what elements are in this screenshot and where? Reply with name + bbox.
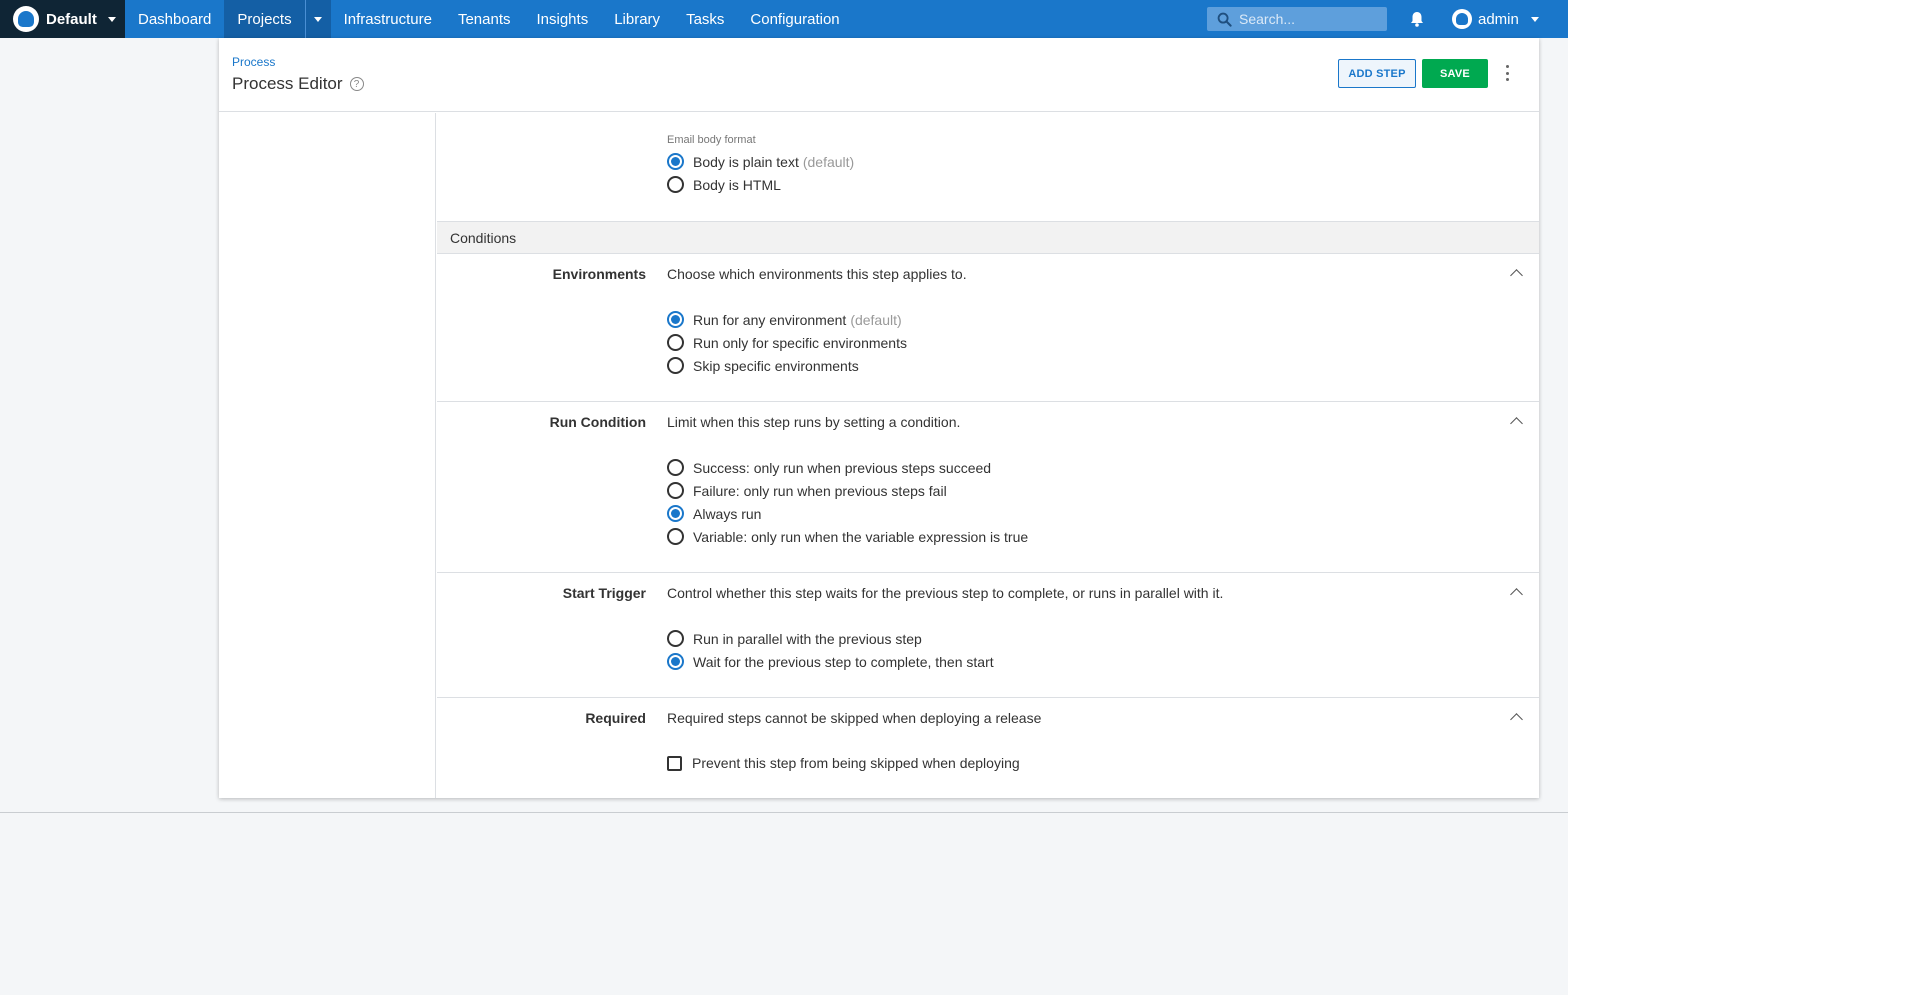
radio-unselected-icon (667, 357, 684, 374)
process-editor-card: Process Process Editor ? ADD STEP SAVE E… (219, 38, 1539, 798)
more-options-icon[interactable] (1500, 65, 1514, 81)
save-button[interactable]: SAVE (1422, 59, 1488, 88)
page-title-text: Process Editor (232, 74, 343, 93)
radio-wait-for-previous[interactable]: Wait for the previous step to complete, … (667, 653, 994, 670)
page-gutter (1568, 0, 1920, 995)
space-switcher[interactable]: Default (0, 0, 125, 38)
radio-label: Body is HTML (693, 176, 781, 193)
page-header: Process Process Editor ? ADD STEP SAVE (219, 38, 1539, 112)
user-name: admin (1478, 10, 1519, 28)
notifications-bell-icon[interactable] (1408, 10, 1426, 28)
radio-unselected-icon (667, 528, 684, 545)
page-title: Process Editor ? (232, 74, 364, 94)
default-tag: (default) (850, 311, 902, 328)
run-condition-label: Run Condition (549, 414, 646, 430)
radio-selected-icon (667, 311, 684, 328)
radio-always-run[interactable]: Always run (667, 505, 761, 522)
radio-run-specific-environments[interactable]: Run only for specific environments (667, 334, 907, 351)
radio-body-html[interactable]: Body is HTML (667, 176, 781, 193)
radio-selected-icon (667, 153, 684, 170)
step-sidebar (219, 113, 436, 798)
divider (0, 812, 1568, 813)
chevron-down-icon (107, 16, 116, 22)
radio-unselected-icon (667, 176, 684, 193)
add-step-button[interactable]: ADD STEP (1338, 59, 1416, 88)
radio-label: Run for any environment (693, 311, 847, 328)
radio-label: Variable: only run when the variable exp… (693, 528, 1029, 545)
required-section: Required Required steps cannot be skippe… (437, 698, 1539, 798)
chevron-down-icon (1530, 16, 1539, 22)
radio-selected-icon (667, 505, 684, 522)
radio-run-in-parallel[interactable]: Run in parallel with the previous step (667, 630, 922, 647)
radio-unselected-icon (667, 459, 684, 476)
radio-success-condition[interactable]: Success: only run when previous steps su… (667, 459, 991, 476)
radio-skip-specific-environments[interactable]: Skip specific environments (667, 357, 859, 374)
required-description: Required steps cannot be skipped when de… (667, 710, 1042, 726)
radio-label: Body is plain text (693, 153, 799, 170)
radio-label: Skip specific environments (693, 357, 859, 374)
breadcrumb[interactable]: Process (232, 55, 275, 69)
radio-failure-condition[interactable]: Failure: only run when previous steps fa… (667, 482, 947, 499)
nav-tasks[interactable]: Tasks (673, 0, 737, 38)
run-condition-description: Limit when this step runs by setting a c… (667, 414, 961, 430)
search-box[interactable] (1207, 7, 1387, 31)
radio-label: Failure: only run when previous steps fa… (693, 482, 947, 499)
nav-tenants[interactable]: Tenants (445, 0, 524, 38)
checkbox-label: Prevent this step from being skipped whe… (692, 755, 1020, 771)
top-navigation: Default Dashboard Projects Infrastructur… (0, 0, 1568, 38)
radio-variable-condition[interactable]: Variable: only run when the variable exp… (667, 528, 1028, 545)
email-body-format-label: Email body format (667, 134, 756, 146)
radio-run-any-environment[interactable]: Run for any environment (default) (667, 311, 902, 328)
app-root: Default Dashboard Projects Infrastructur… (0, 0, 1568, 995)
user-menu[interactable]: admin (1452, 0, 1539, 38)
start-trigger-section: Start Trigger Control whether this step … (437, 573, 1539, 698)
chevron-up-icon[interactable] (1510, 713, 1523, 726)
chevron-up-icon[interactable] (1510, 417, 1523, 430)
radio-selected-icon (667, 653, 684, 670)
nav-library[interactable]: Library (601, 0, 673, 38)
nav-dashboard[interactable]: Dashboard (125, 0, 224, 38)
environments-description: Choose which environments this step appl… (667, 266, 967, 282)
nav-projects[interactable]: Projects (224, 0, 305, 38)
help-icon[interactable]: ? (349, 77, 364, 91)
nav-infrastructure[interactable]: Infrastructure (331, 0, 445, 38)
radio-body-plain-text[interactable]: Body is plain text (default) (667, 153, 854, 170)
radio-unselected-icon (667, 334, 684, 351)
radio-label: Run only for specific environments (693, 334, 907, 351)
projects-dropdown-button[interactable] (304, 0, 331, 38)
avatar (1452, 9, 1472, 29)
radio-unselected-icon (667, 630, 684, 647)
start-trigger-description: Control whether this step waits for the … (667, 585, 1224, 601)
radio-label: Run in parallel with the previous step (693, 630, 922, 647)
search-icon (1217, 12, 1232, 27)
environments-section: Environments Choose which environments t… (437, 254, 1539, 402)
checkbox[interactable] (667, 755, 682, 771)
space-name: Default (46, 10, 97, 28)
radio-label: Wait for the previous step to complete, … (693, 653, 994, 670)
radio-label: Success: only run when previous steps su… (693, 459, 992, 476)
environments-label: Environments (552, 266, 646, 282)
radio-unselected-icon (667, 482, 684, 499)
default-tag: (default) (802, 153, 855, 170)
prevent-skip-checkbox-row[interactable]: Prevent this step from being skipped whe… (667, 755, 1020, 771)
nav-configuration[interactable]: Configuration (737, 0, 852, 38)
nav-insights[interactable]: Insights (524, 0, 602, 38)
chevron-up-icon[interactable] (1510, 269, 1523, 282)
required-label: Required (585, 710, 646, 726)
step-content: Email body format Body is plain text (de… (437, 113, 1539, 798)
conditions-section-header: Conditions (437, 221, 1539, 254)
chevron-down-icon (314, 16, 323, 22)
run-condition-section: Run Condition Limit when this step runs … (437, 402, 1539, 573)
radio-label: Always run (693, 505, 762, 522)
search-input[interactable] (1239, 11, 1379, 27)
chevron-up-icon[interactable] (1510, 588, 1523, 601)
start-trigger-label: Start Trigger (562, 585, 646, 601)
octopus-logo-icon (13, 6, 39, 32)
